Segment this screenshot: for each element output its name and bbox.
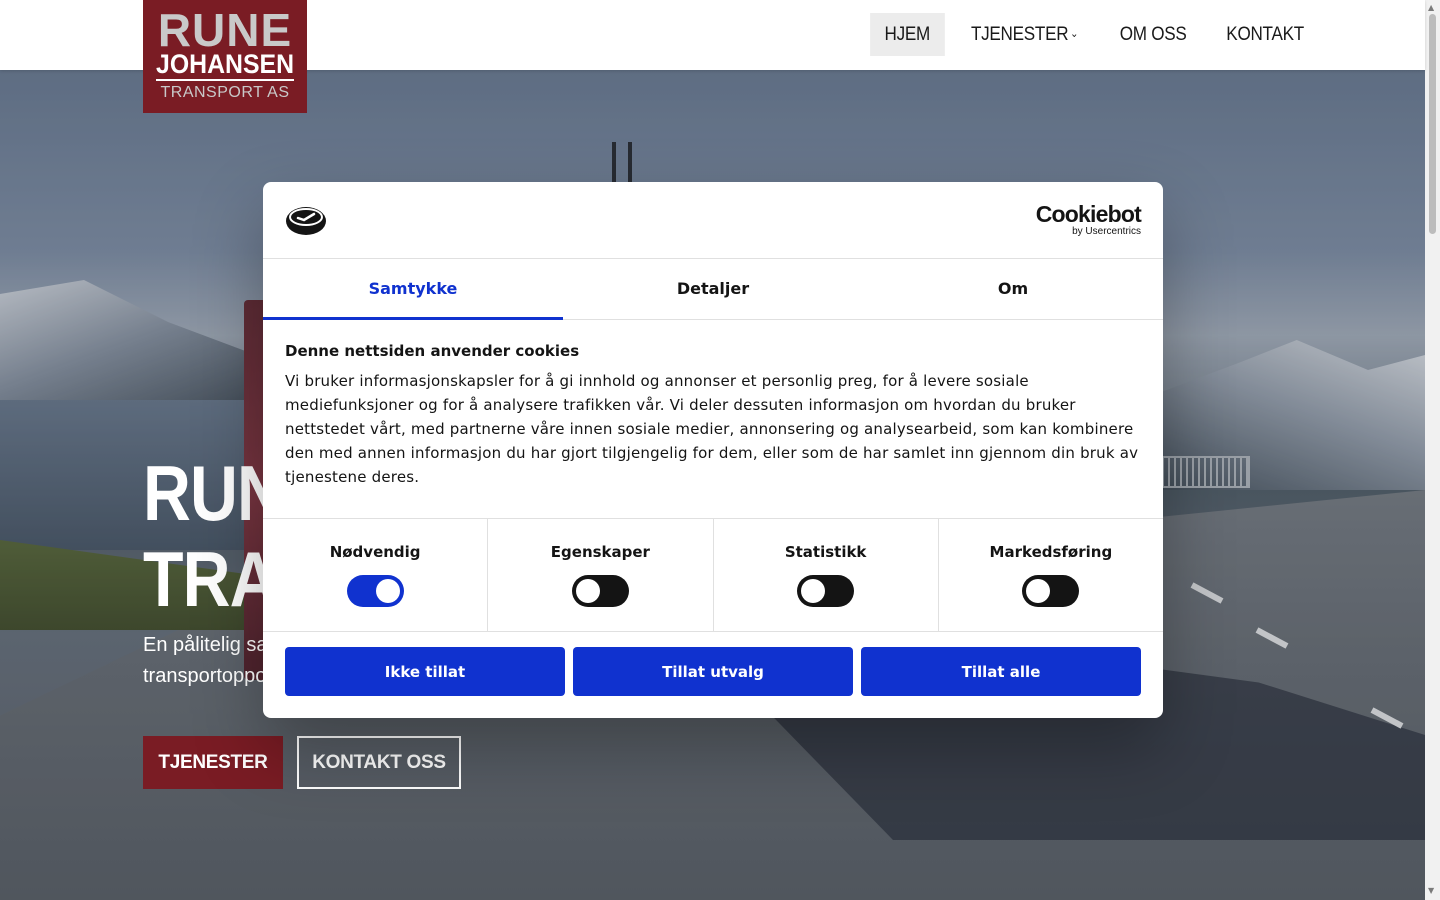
chevron-down-icon: ⌄	[1069, 28, 1078, 40]
tillat-utvalg-button[interactable]: Tillat utvalg	[573, 647, 853, 696]
dialog-tabs: Samtykke Detaljer Om	[263, 259, 1163, 320]
category-markedsforing: Markedsføring	[939, 519, 1163, 631]
nodvendig-toggle[interactable]	[346, 575, 404, 607]
dialog-description: Vi bruker informasjonskapsler for å gi i…	[285, 372, 1139, 486]
cookiebot-brand: Cookiebot by Usercentrics	[1035, 201, 1142, 237]
cookiebot-byline: by Usercentrics	[1072, 226, 1141, 237]
ikke-tillat-button[interactable]: Ikke tillat	[285, 647, 565, 696]
logo-line-3: TRANSPORT AS	[160, 84, 290, 101]
nav-item-om-oss[interactable]: OM OSS	[1105, 13, 1201, 56]
tab-om[interactable]: Om	[863, 259, 1163, 319]
page-scrollbar[interactable]: ▲ ▼	[1425, 0, 1440, 900]
tab-samtykke[interactable]: Samtykke	[263, 259, 563, 320]
markedsforing-toggle[interactable]	[1022, 575, 1080, 607]
nav-item-kontakt[interactable]: KONTAKT	[1212, 13, 1318, 56]
hero-subtitle-line: transportoppo	[143, 665, 267, 687]
category-statistikk: Statistikk	[714, 519, 939, 631]
category-egenskaper: Egenskaper	[488, 519, 714, 631]
main-nav: HJEM TJENESTER ⌄ OM OSS KONTAKT	[866, 13, 1324, 56]
category-label: Egenskaper	[550, 543, 650, 561]
toggle-knob	[1026, 579, 1051, 603]
nav-item-tjenester[interactable]: TJENESTER ⌄	[956, 13, 1092, 56]
category-label: Nødvendig	[329, 543, 421, 561]
tab-detaljer[interactable]: Detaljer	[563, 259, 863, 319]
dialog-heading: Denne nettsiden anvender cookies	[285, 342, 580, 360]
cookie-logo-icon	[286, 207, 326, 235]
cookie-category-toggles: Nødvendig Egenskaper Statistikk Markedsf…	[263, 518, 1163, 632]
scroll-down-arrow-icon[interactable]: ▼	[1428, 886, 1434, 895]
cookie-consent-dialog: Cookiebot by Usercentrics Samtykke Detal…	[263, 182, 1163, 718]
toggle-knob	[375, 579, 400, 603]
category-label: Markedsføring	[989, 543, 1113, 561]
scrollbar-thumb[interactable]	[1429, 14, 1436, 234]
egenskaper-toggle[interactable]	[571, 575, 629, 607]
category-label: Statistikk	[784, 543, 867, 561]
category-nodvendig: Nødvendig	[263, 519, 489, 631]
nav-item-hjem[interactable]: HJEM	[870, 13, 945, 56]
logo-line-1: RUNE	[157, 4, 293, 56]
site-logo[interactable]: RUNE JOHANSEN TRANSPORT AS	[143, 0, 307, 113]
logo-line-2: JOHANSEN	[155, 49, 295, 81]
hero-subtitle-line: En pålitelig sa	[143, 634, 268, 656]
kontakt-oss-button[interactable]: KONTAKT OSS	[297, 736, 461, 789]
nav-item-label: TJENESTER	[970, 24, 1068, 45]
scroll-up-arrow-icon[interactable]: ▲	[1428, 3, 1434, 12]
toggle-knob	[575, 579, 600, 603]
dialog-body: Denne nettsiden anvender cookies Vi bruk…	[263, 320, 1163, 518]
toggle-knob	[801, 579, 826, 603]
cookiebot-logo: Cookiebot	[1035, 201, 1142, 227]
dialog-actions: Ikke tillat Tillat utvalg Tillat alle	[263, 632, 1163, 696]
tillat-alle-button[interactable]: Tillat alle	[861, 647, 1141, 696]
statistikk-toggle[interactable]	[797, 575, 855, 607]
dialog-header: Cookiebot by Usercentrics	[263, 182, 1163, 259]
tjenester-button[interactable]: TJENESTER	[143, 736, 283, 789]
